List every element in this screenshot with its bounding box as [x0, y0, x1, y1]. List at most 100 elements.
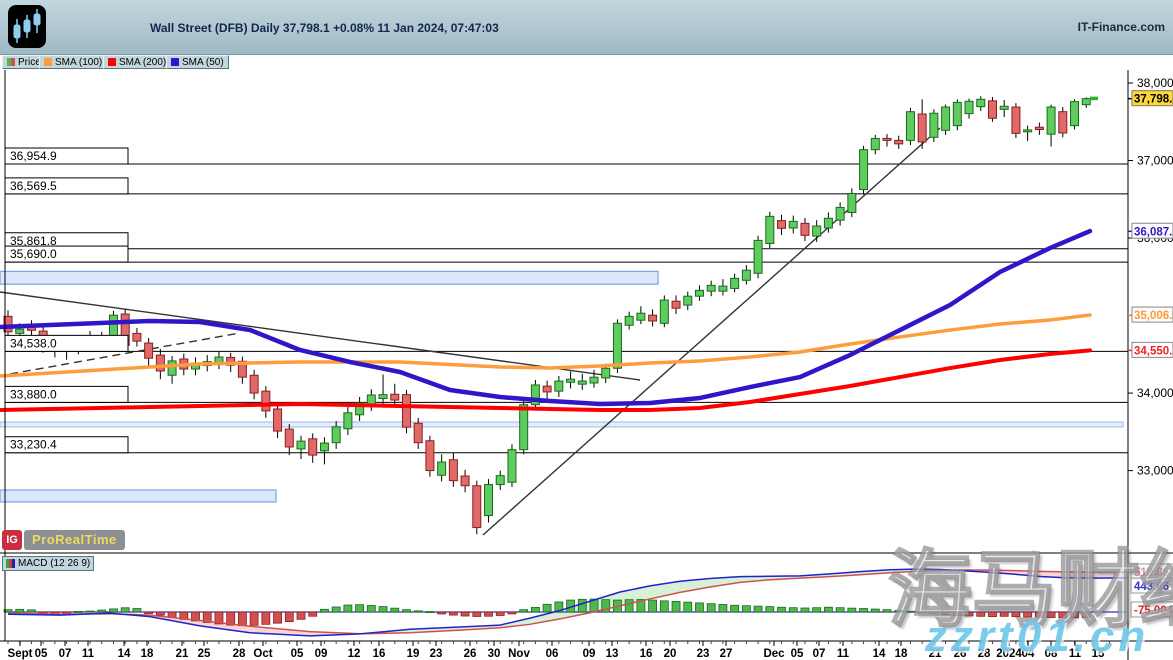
candle	[485, 485, 493, 516]
macd-histogram-bar	[391, 608, 399, 612]
macd-histogram-bar	[98, 610, 106, 612]
candle	[965, 101, 973, 113]
prorealtime-badge[interactable]: IG ProRealTime	[2, 530, 125, 550]
macd-histogram-bar	[74, 611, 82, 612]
candle	[953, 102, 961, 125]
chart-application: 36,954.936,569.535,861.835,690.034,538.0…	[0, 0, 1173, 660]
candle	[156, 355, 164, 371]
macd-histogram-bar	[145, 612, 153, 614]
macd-fill-segment	[1104, 572, 1112, 578]
candle	[344, 413, 352, 429]
macd-histogram-bar	[707, 604, 715, 612]
macd-histogram-bar	[473, 612, 481, 616]
macd-histogram-bar	[121, 608, 129, 612]
x-axis-label: 16	[640, 648, 653, 660]
macd-histogram-bar	[262, 612, 270, 624]
macd-histogram-bar	[379, 607, 387, 612]
x-axis-label: Sept	[8, 648, 33, 660]
candle	[848, 193, 856, 212]
x-axis-label: Oct	[253, 648, 272, 660]
macd-histogram-bar	[871, 609, 879, 612]
price-level-tag-text: 34,538.0	[10, 336, 57, 350]
macd-histogram-bar	[414, 611, 422, 612]
macd-histogram-bar	[942, 612, 950, 615]
macd-histogram-bar	[109, 609, 117, 612]
axis-tick-label: 37,000	[1137, 154, 1173, 168]
macd-histogram-bar	[778, 607, 786, 612]
candle	[578, 381, 586, 384]
macd-histogram-bar	[438, 612, 446, 614]
legend-sma200-button[interactable]: SMA (200)	[103, 55, 171, 69]
axis-value-tag-text: 35,006..	[1134, 310, 1173, 322]
axis-tick-label: 34,000	[1137, 386, 1173, 400]
x-axis-label: 05	[291, 648, 304, 660]
candle	[262, 391, 270, 411]
sma100-swatch-icon	[44, 58, 52, 66]
macd-histogram-bar	[1047, 612, 1055, 618]
candle	[742, 270, 750, 280]
x-axis-label: 06	[546, 648, 559, 660]
macd-fill-segment	[1072, 572, 1080, 578]
macd-value-tag-text: 518.86	[1134, 567, 1169, 579]
x-axis-label: 27	[720, 648, 733, 660]
price-level-tag-text: 33,880.0	[10, 387, 57, 401]
legend-sma50-button[interactable]: SMA (50)	[166, 55, 229, 69]
candle	[168, 361, 176, 375]
macd-histogram-bar	[977, 612, 985, 616]
macd-histogram-bar	[860, 609, 868, 612]
candle	[1035, 127, 1043, 129]
macd-histogram-bar	[496, 612, 504, 615]
candle	[285, 429, 293, 447]
candle	[508, 450, 516, 483]
legend-sma100-label: SMA (100)	[55, 57, 102, 68]
candle	[590, 377, 598, 383]
price-level-tag-text: 36,569.5	[10, 179, 57, 193]
legend-sma100-button[interactable]: SMA (100)	[39, 55, 107, 69]
candle	[613, 323, 621, 368]
thin-zone-band[interactable]	[0, 422, 1123, 427]
x-axis-label: 21	[929, 648, 942, 660]
macd-indicator-button[interactable]: MACD (12 26 9)	[2, 556, 94, 571]
candle	[672, 301, 680, 308]
macd-histogram-bar	[953, 612, 961, 615]
macd-histogram-bar	[402, 610, 410, 612]
sma200-swatch-icon	[108, 58, 116, 66]
macd-histogram-bar	[344, 605, 352, 612]
candle	[707, 285, 715, 291]
candle	[766, 216, 774, 243]
macd-histogram-bar	[543, 604, 551, 612]
x-axis-label: 15	[1092, 648, 1105, 660]
x-axis-label: 26	[464, 648, 477, 660]
macd-histogram-bar	[485, 612, 493, 616]
macd-histogram-bar	[332, 607, 340, 612]
price-level-tag-text: 35,690.0	[10, 247, 57, 261]
macd-histogram-bar	[719, 604, 727, 612]
macd-histogram-bar	[824, 607, 832, 612]
macd-fill-segment	[1064, 572, 1072, 578]
macd-histogram-bar	[238, 612, 246, 626]
x-axis-label: 23	[697, 648, 710, 660]
zone-rectangle[interactable]	[0, 490, 276, 502]
legend-sma200-label: SMA (200)	[119, 57, 166, 68]
candle	[320, 443, 328, 451]
macd-histogram-bar	[285, 612, 293, 622]
zone-rectangle[interactable]	[0, 271, 658, 284]
macd-histogram-bar	[156, 612, 164, 615]
macd-histogram-bar	[988, 612, 996, 617]
candle	[789, 221, 797, 228]
macd-histogram-bar	[297, 612, 305, 619]
candle	[543, 386, 551, 392]
candle	[274, 409, 282, 431]
price-chart-canvas: 36,954.936,569.535,861.835,690.034,538.0…	[0, 0, 1173, 660]
macd-histogram-bar	[356, 605, 364, 612]
macd-histogram-bar	[801, 608, 809, 612]
candle	[813, 226, 821, 236]
candle	[16, 329, 24, 333]
candle	[567, 379, 575, 382]
candle	[801, 223, 809, 235]
candle	[414, 423, 422, 442]
macd-histogram-bar	[883, 610, 891, 612]
macd-histogram-bar	[813, 608, 821, 612]
app-logo-icon[interactable]	[8, 5, 46, 48]
macd-histogram-bar	[250, 612, 258, 625]
